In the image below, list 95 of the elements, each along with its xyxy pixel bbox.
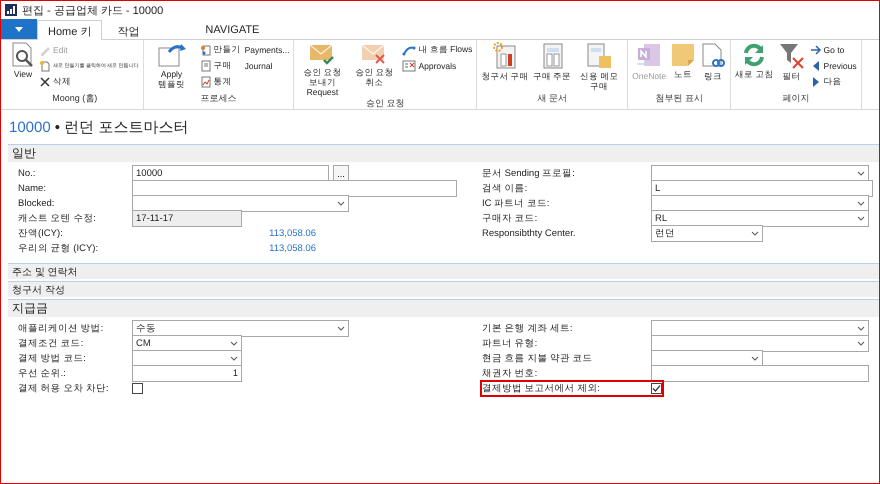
ribbon-button[interactable]: 링크 <box>699 42 728 92</box>
chevron-down-icon <box>857 171 865 176</box>
field-label: 결제 허용 오차 차단: <box>18 382 110 395</box>
ribbon-group-label: 새 문서 <box>536 92 568 104</box>
ribbon-button[interactable]: 구매 <box>198 58 242 73</box>
chevron-down-icon <box>857 326 865 331</box>
ribbon-button[interactable]: Payments... <box>244 42 290 57</box>
document-icon <box>200 60 212 72</box>
ribbon-button[interactable]: Apply 템플릿 <box>146 42 197 92</box>
ribbon-button[interactable]: 다음 <box>808 74 858 89</box>
ribbon-group-label: 첨부된 표시 <box>654 92 704 104</box>
ribbon-button[interactable]: 노트 <box>669 42 698 92</box>
field-label: 애플리케이션 방법: <box>18 322 104 335</box>
dropdown-triangle-icon <box>15 26 23 32</box>
chevron-down-icon <box>751 356 759 361</box>
field-label: 구매자 코드: <box>482 212 538 225</box>
chevron-down-icon <box>230 341 238 346</box>
approvals-icon <box>402 60 416 72</box>
ribbon-button[interactable]: Journal <box>244 58 290 73</box>
document-gear-icon <box>200 44 212 56</box>
record-number: 10000 <box>9 118 51 136</box>
ribbon-button[interactable]: 구매 주문 <box>532 42 572 92</box>
ribbon-button[interactable]: 승인 요청 보내기 Request <box>297 42 348 97</box>
chevron-down-icon <box>751 231 759 236</box>
amount-link[interactable]: 113,058.06 <box>132 228 316 239</box>
field-label: 우리의 균형 (ICY): <box>18 242 100 255</box>
flow-icon <box>402 44 416 56</box>
ribbon-button[interactable]: 청구서 구매 <box>480 42 530 92</box>
section-header[interactable]: 일반 <box>8 145 879 162</box>
dropdown-field[interactable]: 수동 <box>132 320 349 337</box>
chevron-down-icon <box>230 356 238 361</box>
field-label: Blocked: <box>18 198 56 209</box>
chevron-down-icon <box>337 201 345 206</box>
field-label: 캐스트 오텐 수정: <box>18 212 97 225</box>
window-title: 편집 - 공급업체 카드 - 10000 <box>22 4 164 18</box>
sticky-note-icon <box>670 42 696 68</box>
chevron-down-icon <box>337 326 345 331</box>
field-label: Name: <box>18 183 47 194</box>
field-label: 기본 은행 계좌 세트: <box>482 322 574 335</box>
field-label: 검색 이름: <box>482 182 528 195</box>
new-document-icon <box>39 60 51 72</box>
field-label: 채권자 번호: <box>482 367 538 380</box>
document-chart-icon <box>200 76 212 88</box>
ribbon-button[interactable]: Previous <box>808 58 858 73</box>
ribbon-group-label: Moong (홈) <box>51 92 98 104</box>
record-name: • 런던 포스트마스터 <box>54 118 188 136</box>
ribbon-button[interactable]: 승인 요청 취소 <box>349 42 400 97</box>
field-label: 결제조건 코드: <box>18 337 84 350</box>
section-header[interactable]: 청구서 작성 <box>8 282 879 297</box>
chevron-down-icon <box>857 201 865 206</box>
field-label: IC 파트너 코드: <box>482 197 550 210</box>
checkbox[interactable] <box>132 383 143 394</box>
ribbon-group-label: 페이지 <box>781 92 810 104</box>
dropdown-field[interactable]: RL <box>651 210 869 227</box>
menu-button[interactable] <box>1 19 37 39</box>
input-field[interactable]: 1 <box>132 365 242 382</box>
dropdown-field[interactable] <box>132 195 349 212</box>
field-label: 파트너 유형: <box>482 337 538 350</box>
dropdown-field[interactable] <box>651 335 869 352</box>
amount-link[interactable]: 113,058.06 <box>132 243 316 254</box>
ribbon-button[interactable]: Approvals <box>401 58 474 73</box>
ribbon-group-label: 승인 요청 <box>365 97 406 109</box>
input-field[interactable] <box>651 365 869 382</box>
ribbon-button[interactable]: 필터 <box>776 42 807 92</box>
ribbon-button[interactable]: View <box>10 42 36 92</box>
delete-icon <box>39 76 51 88</box>
dropdown-field[interactable]: 런던 <box>651 225 763 242</box>
chevron-down-icon <box>857 216 865 221</box>
app-logo-icon <box>5 4 17 16</box>
section-header[interactable]: 주소 및 연락처 <box>8 264 879 279</box>
field-label: No.: <box>18 168 36 179</box>
ribbon-button[interactable]: 만들기 <box>198 42 242 57</box>
input-field: 17-11-17 <box>132 210 242 227</box>
field-label: 우선 순위.: <box>18 367 67 380</box>
section-header[interactable]: 지급금 <box>8 300 879 317</box>
input-field[interactable] <box>132 180 457 197</box>
ribbon-button[interactable]: 새로 고침 <box>734 42 775 92</box>
field-label: 현금 흐름 지불 약관 코드 <box>482 352 594 365</box>
ribbon-button[interactable]: 삭제 <box>38 74 140 89</box>
field-label: Responsibthty Center. <box>482 228 576 239</box>
ribbon-button[interactable]: 내 흐름 Flows <box>401 42 474 57</box>
field-label: 결제방법 보고서에서 제외: <box>482 382 601 395</box>
chevron-down-icon <box>857 341 865 346</box>
ribbon-group-label: 프로세스 <box>200 92 238 104</box>
ribbon-button[interactable]: 통계 <box>198 74 242 89</box>
field-label: 잔액(ICY): <box>18 227 64 240</box>
field-label: 결제 방법 코드: <box>18 352 87 365</box>
field-label: 문서 Sending 프로필: <box>482 167 576 180</box>
filter-cross-icon <box>778 42 806 70</box>
arrow-right-icon <box>810 44 822 56</box>
ribbon-button[interactable]: 신용 메모 구매 <box>574 42 624 92</box>
ribbon-tab[interactable]: Home 키 <box>37 20 102 40</box>
checkbox[interactable] <box>651 383 662 394</box>
ribbon-button[interactable]: Go to <box>808 42 858 57</box>
checkmark-icon <box>652 384 661 393</box>
